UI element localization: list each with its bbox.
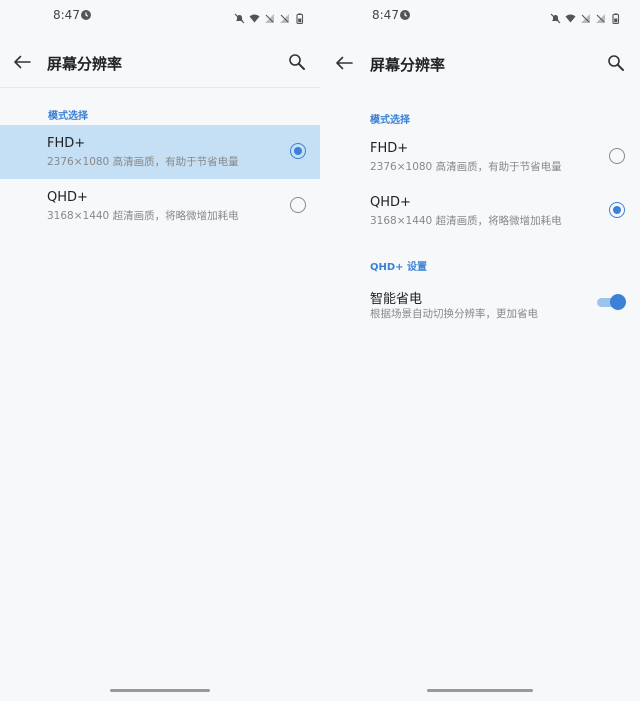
- gesture-nav-handle[interactable]: [110, 689, 210, 692]
- radio-qhd[interactable]: [290, 197, 306, 213]
- no-signal-icon: [264, 9, 275, 23]
- status-time: 8:47: [372, 8, 399, 22]
- option-qhd[interactable]: QHD+ 3168×1440 超清画质，将略微增加耗电: [320, 184, 640, 238]
- option-fhd[interactable]: FHD+ 2376×1080 高清画质，有助于节省电量: [320, 130, 640, 184]
- option-subtitle: 3168×1440 超清画质，将略微增加耗电: [47, 210, 239, 222]
- option-fhd[interactable]: FHD+ 2376×1080 高清画质，有助于节省电量: [0, 125, 320, 179]
- radio-fhd[interactable]: [290, 143, 306, 159]
- option-subtitle: 2376×1080 高清画质，有助于节省电量: [47, 156, 239, 168]
- search-icon: [608, 55, 624, 71]
- page-title: 屏幕分辨率: [47, 55, 123, 73]
- screen-right: 8:47 屏幕分辨率 模式选择 FHD+ 2376×1080 高清画质，有助于节…: [320, 0, 640, 701]
- radio-fhd[interactable]: [609, 148, 625, 164]
- option-qhd[interactable]: QHD+ 3168×1440 超清画质，将略微增加耗电: [0, 179, 320, 233]
- option-title: 智能省电: [370, 292, 423, 307]
- mute-notification-icon: [550, 9, 561, 24]
- option-title: QHD+: [370, 195, 411, 210]
- toggle-thumb: [610, 294, 626, 310]
- arrow-left-icon: [336, 56, 353, 70]
- option-subtitle: 3168×1440 超清画质，将略微增加耗电: [370, 215, 562, 227]
- option-subtitle: 2376×1080 高清画质，有助于节省电量: [370, 161, 562, 173]
- section-header-mode: 模式选择: [48, 111, 88, 122]
- app-bar-divider: [0, 87, 320, 88]
- wifi-icon: [249, 9, 260, 23]
- app-bar: 屏幕分辨率: [0, 40, 320, 88]
- smart-power-setting[interactable]: 智能省电 根据场景自动切换分辨率，更加省电: [320, 277, 640, 331]
- search-icon: [289, 54, 305, 70]
- wifi-icon: [565, 9, 576, 23]
- search-button[interactable]: [283, 48, 311, 76]
- status-icons: [550, 9, 621, 25]
- no-signal-icon-2: [279, 9, 290, 23]
- option-title: FHD+: [370, 141, 409, 156]
- search-button[interactable]: [602, 49, 630, 77]
- battery-icon: [610, 9, 621, 25]
- gesture-nav-handle[interactable]: [427, 689, 533, 692]
- status-bar: 8:47: [0, 0, 320, 30]
- alarm-icon: [81, 10, 91, 20]
- smart-power-toggle[interactable]: [597, 294, 626, 310]
- back-button[interactable]: [8, 48, 36, 76]
- battery-icon: [294, 9, 305, 25]
- no-signal-icon: [580, 9, 591, 23]
- option-title: FHD+: [47, 136, 86, 151]
- radio-qhd[interactable]: [609, 202, 625, 218]
- screen-left: 8:47 屏幕分辨率 模式选择 FHD+ 2376×1080 高清画质，有助于节…: [0, 0, 320, 701]
- section-header-mode: 模式选择: [370, 115, 410, 126]
- option-title: QHD+: [47, 190, 88, 205]
- arrow-left-icon: [14, 55, 31, 69]
- page-title: 屏幕分辨率: [370, 56, 446, 74]
- no-signal-icon-2: [595, 9, 606, 23]
- alarm-icon: [400, 10, 410, 20]
- status-bar: 8:47: [320, 0, 640, 30]
- app-bar: 屏幕分辨率: [320, 40, 640, 88]
- back-button[interactable]: [330, 49, 358, 77]
- mute-notification-icon: [234, 9, 245, 24]
- option-subtitle: 根据场景自动切换分辨率，更加省电: [370, 308, 538, 320]
- section-header-qhd-settings: QHD+ 设置: [370, 262, 428, 273]
- status-time: 8:47: [53, 8, 80, 22]
- status-icons: [234, 9, 305, 25]
